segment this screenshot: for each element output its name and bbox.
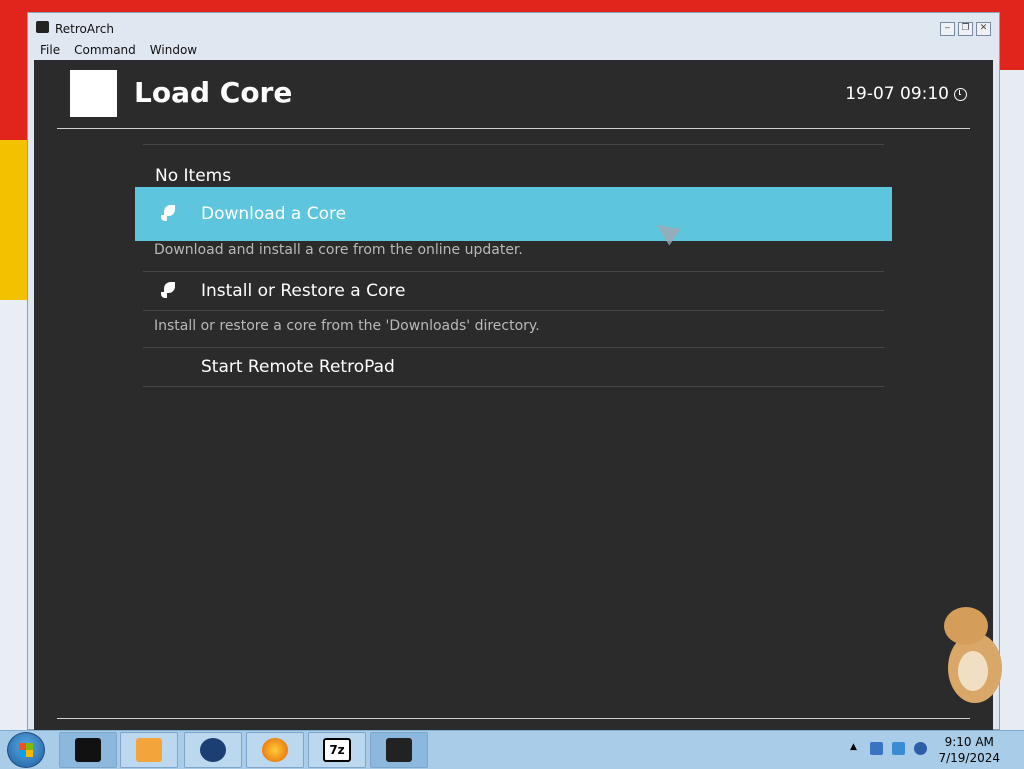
- no-items-label: No Items: [155, 166, 232, 186]
- menu-file[interactable]: File: [40, 43, 60, 57]
- taskbar-clock[interactable]: 9:10 AM 7/19/2024: [938, 734, 1000, 766]
- menu-item-label: Start Remote RetroPad: [201, 357, 395, 377]
- retroarch-window: RetroArch ‒ ❐ ✕ File Command Window Load…: [27, 12, 1000, 730]
- retroarch-menu: Load Core 19-07 09:10 No Items Download …: [34, 60, 993, 730]
- bluetooth-icon[interactable]: [870, 742, 883, 755]
- taskbar-app-globe[interactable]: [184, 732, 242, 768]
- taskbar-app-terminal[interactable]: [59, 732, 117, 768]
- taskbar-app-firefox[interactable]: [246, 732, 304, 768]
- menu-command[interactable]: Command: [74, 43, 136, 57]
- volume-icon[interactable]: [914, 742, 927, 755]
- menu-item-install-core[interactable]: Install or Restore a Core: [135, 272, 892, 310]
- menu-item-description: Install or restore a core from the 'Down…: [154, 318, 540, 334]
- minimize-button[interactable]: ‒: [940, 22, 955, 36]
- footer-divider: [57, 718, 970, 719]
- taskbar-app-retroarch[interactable]: [370, 732, 428, 768]
- window-titlebar[interactable]: RetroArch ‒ ❐ ✕: [28, 13, 999, 41]
- header-divider: [57, 128, 970, 129]
- divider: [143, 144, 884, 145]
- page-title: Load Core: [134, 76, 293, 109]
- taskbar-app-media-player[interactable]: [120, 732, 178, 768]
- core-logo: [70, 70, 117, 117]
- system-tray: ▲ 9:10 AM 7/19/2024: [840, 731, 1024, 769]
- taskbar-app-7zip[interactable]: 7z: [308, 732, 366, 768]
- firefox-icon: [262, 738, 288, 762]
- divider: [143, 310, 884, 311]
- media-player-icon: [136, 738, 162, 762]
- hamster-image: [940, 605, 1004, 705]
- retroarch-icon: [386, 738, 412, 762]
- terminal-icon: [75, 738, 101, 762]
- window-title: RetroArch: [55, 22, 114, 36]
- network-icon[interactable]: [892, 742, 905, 755]
- close-button[interactable]: ✕: [976, 22, 991, 36]
- clock-icon: [954, 87, 967, 101]
- menu-item-label: Download a Core: [201, 204, 347, 224]
- taskbar-time: 9:10 AM: [944, 735, 994, 749]
- taskbar: 7z ▲ 9:10 AM 7/19/2024: [0, 730, 1024, 769]
- menu-window[interactable]: Window: [150, 43, 197, 57]
- desktop-background: [0, 300, 30, 730]
- menu-item-download-core[interactable]: Download a Core: [135, 187, 892, 241]
- datetime-text: 19-07 09:10: [845, 84, 949, 104]
- divider: [143, 386, 884, 387]
- header-clock: 19-07 09:10: [845, 84, 967, 104]
- menubar: File Command Window: [28, 41, 999, 59]
- globe-icon: [200, 738, 226, 762]
- menu-item-description: Download and install a core from the onl…: [154, 242, 523, 258]
- restore-button[interactable]: ❐: [958, 22, 973, 36]
- show-hidden-icons-icon[interactable]: ▲: [850, 742, 863, 755]
- menu-item-remote-retropad[interactable]: Start Remote RetroPad: [135, 348, 892, 386]
- start-button[interactable]: [7, 732, 45, 768]
- menu-item-label: Install or Restore a Core: [201, 281, 406, 301]
- retroarch-icon: [36, 21, 49, 33]
- 7zip-icon: 7z: [323, 738, 351, 762]
- taskbar-date: 7/19/2024: [938, 751, 1000, 765]
